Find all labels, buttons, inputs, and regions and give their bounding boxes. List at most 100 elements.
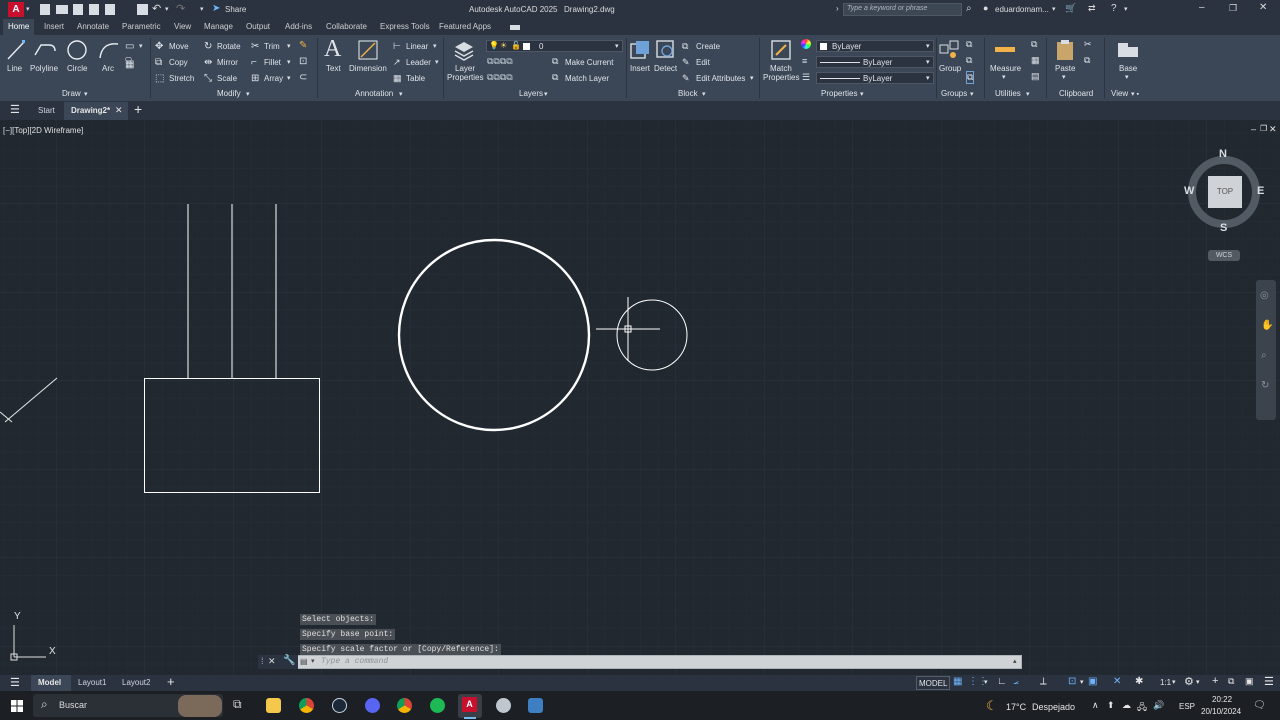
- tab-featured-apps[interactable]: Featured Apps: [439, 22, 491, 31]
- modify-panel-expand-icon[interactable]: ▾: [246, 90, 250, 98]
- share-button[interactable]: Share: [225, 5, 246, 14]
- new-file-icon[interactable]: [40, 4, 50, 15]
- redo-icon[interactable]: ↷: [176, 2, 185, 15]
- paste-icon[interactable]: [1055, 39, 1075, 61]
- tab-annotate[interactable]: Annotate: [77, 22, 109, 31]
- lineweight-dropdown[interactable]: ByLayer ▾: [816, 72, 934, 84]
- autocad-taskbar-icon[interactable]: A: [458, 694, 482, 718]
- clock-date[interactable]: 20/10/2024: [1201, 707, 1241, 716]
- file-explorer-icon[interactable]: [266, 698, 281, 713]
- calculator-icon[interactable]: ▦: [1031, 55, 1040, 66]
- workspace-gear-icon[interactable]: ⚙: [1184, 675, 1194, 688]
- quick-select-icon[interactable]: ⧉: [1031, 39, 1037, 50]
- detect-button[interactable]: Detect: [654, 64, 677, 73]
- undo-icon[interactable]: ↶: [152, 2, 161, 15]
- layers-panel-title[interactable]: Layers: [519, 89, 543, 98]
- tab-view[interactable]: View: [174, 22, 191, 31]
- text-button[interactable]: Text: [326, 64, 341, 73]
- new-layout-icon[interactable]: +: [167, 674, 175, 689]
- layer-properties-label-2[interactable]: Properties: [447, 73, 483, 82]
- measure-dropdown-icon[interactable]: ▾: [1002, 73, 1006, 81]
- active-document-tab[interactable]: Drawing2* ✕: [64, 102, 128, 120]
- edit-attributes-dropdown-icon[interactable]: ▾: [750, 74, 754, 82]
- app-menu-chevron-icon[interactable]: ▾: [26, 5, 30, 13]
- steering-wheel-icon[interactable]: ◎: [1260, 290, 1269, 301]
- layers-panel-expand-icon[interactable]: ▾: [544, 90, 548, 98]
- wcs-menu[interactable]: WCS: [1208, 250, 1240, 261]
- isodraft-icon[interactable]: ⟂: [1040, 676, 1047, 687]
- windows-start-icon[interactable]: [11, 700, 23, 712]
- group-select-icon[interactable]: ⧉: [966, 71, 975, 84]
- new-tab-icon[interactable]: +: [134, 101, 142, 117]
- clock-time[interactable]: 20:22: [1212, 695, 1232, 704]
- customize-dropdown-icon[interactable]: ▾: [200, 5, 204, 13]
- create-block-button[interactable]: Create: [696, 42, 720, 51]
- layer-tools-icon-2[interactable]: ⧉⧉⧉⧉: [487, 72, 513, 83]
- fillet-dropdown-icon[interactable]: ▾: [287, 58, 291, 66]
- compass-e[interactable]: E: [1257, 185, 1264, 197]
- close-icon[interactable]: ✕: [1259, 2, 1267, 13]
- rotate-button[interactable]: Rotate: [217, 42, 241, 51]
- cut-icon[interactable]: ✂: [1084, 39, 1092, 50]
- circle-button[interactable]: Circle: [67, 64, 87, 73]
- scale-button[interactable]: Scale: [217, 74, 237, 83]
- user-name[interactable]: eduardomam...: [995, 5, 1049, 14]
- linear-dropdown-icon[interactable]: ▾: [433, 42, 437, 50]
- properties-panel-expand-icon[interactable]: ▾: [860, 90, 864, 98]
- user-dropdown-icon[interactable]: ▾: [1052, 5, 1056, 13]
- restore-icon[interactable]: ❐: [1229, 3, 1237, 14]
- orbit-icon[interactable]: ↻: [1261, 380, 1269, 391]
- tray-chevron-icon[interactable]: ∧: [1092, 700, 1099, 711]
- trim-button[interactable]: Trim: [264, 42, 280, 51]
- compass-s[interactable]: S: [1220, 222, 1227, 234]
- layer-dropdown[interactable]: 💡 ☀ 🔓 0 ▾: [486, 40, 623, 52]
- grid-toggle-icon[interactable]: ▦: [953, 676, 962, 687]
- navigation-bar[interactable]: ◎ ✋ ⌕ ↻: [1256, 280, 1276, 420]
- notifications-icon[interactable]: 🗨: [1253, 700, 1266, 711]
- line-icon[interactable]: [6, 39, 26, 61]
- discord-icon[interactable]: [365, 698, 380, 713]
- linear-button[interactable]: Linear: [406, 42, 428, 51]
- detect-icon[interactable]: [655, 39, 677, 61]
- tab-manage[interactable]: Manage: [204, 22, 233, 31]
- ribbon-minimize-icon[interactable]: [510, 25, 520, 30]
- groups-panel-title[interactable]: Groups: [941, 89, 967, 98]
- annotation-visibility-icon[interactable]: ✱: [1135, 676, 1143, 687]
- circle-icon[interactable]: [66, 39, 88, 61]
- undo-dropdown-icon[interactable]: ▾: [165, 5, 169, 13]
- user-icon[interactable]: ●: [983, 3, 988, 13]
- save-as-icon[interactable]: [89, 4, 99, 15]
- trim-dropdown-icon[interactable]: ▾: [287, 42, 291, 50]
- match-layer-button[interactable]: Match Layer: [565, 74, 609, 83]
- group-edit-icon[interactable]: ⧉: [966, 55, 972, 66]
- web-mobile-icon[interactable]: [105, 4, 115, 15]
- pan-icon[interactable]: ✋: [1261, 320, 1273, 331]
- ellipse-icon[interactable]: ⬭: [125, 55, 132, 65]
- tray-app-icon[interactable]: ⬆: [1107, 700, 1115, 711]
- help-icon[interactable]: ?: [1111, 3, 1117, 14]
- viewport-controls-label[interactable]: [−][Top][2D Wireframe]: [3, 126, 83, 135]
- command-input[interactable]: Type a command: [321, 657, 388, 666]
- plot-icon[interactable]: [137, 4, 148, 15]
- dimension-icon[interactable]: [357, 39, 379, 61]
- command-line-expand-icon[interactable]: ▴: [1013, 657, 1017, 665]
- utilities-panel-title[interactable]: Utilities: [995, 89, 1021, 98]
- tab-parametric[interactable]: Parametric: [122, 22, 161, 31]
- drawing-canvas[interactable]: [−][Top][2D Wireframe] – ❐ ✕ Y X TOP N S…: [0, 120, 1280, 675]
- weather-temp[interactable]: 17°C: [1006, 702, 1026, 712]
- share-icon[interactable]: ➤: [212, 3, 220, 14]
- layer-tools-icon[interactable]: ⧉⧉⧉⧉: [487, 56, 513, 67]
- stretch-button[interactable]: Stretch: [169, 74, 194, 83]
- chrome-icon[interactable]: [299, 698, 314, 713]
- steam-icon[interactable]: [332, 698, 347, 713]
- copy-clip-icon[interactable]: ⧉: [1084, 55, 1090, 66]
- measure-button[interactable]: Measure: [990, 64, 1021, 73]
- connect-icon[interactable]: ⇄: [1088, 3, 1096, 14]
- base-button[interactable]: Base: [1119, 64, 1137, 73]
- group-icon[interactable]: [938, 39, 960, 61]
- clean-screen-icon[interactable]: ▣: [1245, 676, 1254, 687]
- tab-collaborate[interactable]: Collaborate: [326, 22, 367, 31]
- hamburger-menu-icon[interactable]: ☰: [10, 103, 20, 116]
- drawing-area[interactable]: [0, 120, 1280, 675]
- clipboard-panel-title[interactable]: Clipboard: [1059, 89, 1093, 98]
